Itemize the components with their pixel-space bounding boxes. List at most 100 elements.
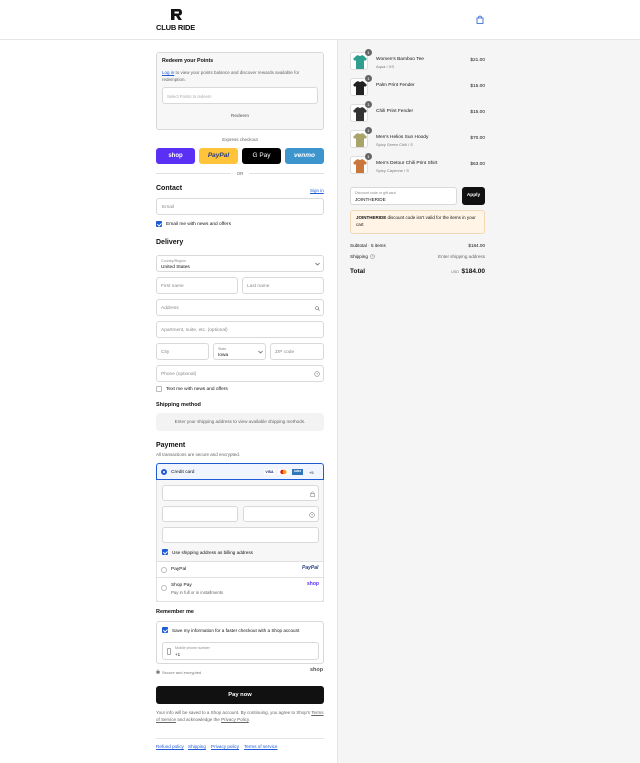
apartment-field[interactable]: Apartment, suite, etc. (optional) bbox=[156, 321, 324, 338]
shop-pay-label: Shop Pay bbox=[171, 583, 192, 588]
last-name-field[interactable]: Last name bbox=[242, 277, 324, 294]
subtotal-label: Subtotal · 5 items bbox=[350, 243, 386, 248]
lock-icon bbox=[156, 669, 160, 674]
paypal-express-button[interactable]: PayPal bbox=[199, 148, 238, 164]
redeem-desc-text: to view your points balance and discover… bbox=[162, 70, 300, 82]
refund-policy-link[interactable]: Refund policy bbox=[156, 744, 184, 749]
help-icon[interactable]: ? bbox=[314, 371, 320, 377]
shopping-bag-icon[interactable] bbox=[476, 15, 484, 24]
security-code-field[interactable]: ? bbox=[243, 506, 319, 522]
city-field[interactable]: City bbox=[156, 343, 209, 360]
email-placeholder: Email bbox=[162, 205, 174, 210]
shop-pay-option[interactable]: Shop Pay Pay in full or in installments … bbox=[156, 578, 324, 602]
brand-name: CLUB RIDE bbox=[156, 23, 196, 32]
or-separator: OR bbox=[236, 171, 244, 176]
redeem-button[interactable]: Redeem bbox=[162, 109, 318, 125]
paypal-option[interactable]: PayPal PayPal bbox=[156, 562, 324, 578]
payment-heading: Payment bbox=[156, 442, 186, 449]
express-checkout-label: Express checkout bbox=[222, 137, 258, 142]
redeem-description: Log in to view your points balance and d… bbox=[162, 69, 312, 83]
order-summary: 1 Women's Bamboo Tee Aqua / XS $21.00 1 Palm … bbox=[337, 40, 640, 763]
contact-heading: Contact bbox=[156, 185, 183, 192]
visa-icon: VISA bbox=[264, 469, 275, 475]
mobile-phone-label: Mobile phone number bbox=[175, 645, 210, 650]
shop-pay-logo: shop bbox=[307, 581, 319, 587]
privacy-policy-footer-link[interactable]: Privacy policy bbox=[211, 744, 239, 749]
address-field[interactable]: Address bbox=[156, 299, 324, 316]
divider-right bbox=[249, 173, 324, 174]
discount-error-banner: JOINTHERIDE discount code isn't valid fo… bbox=[350, 210, 485, 234]
text-news-checkbox[interactable] bbox=[156, 386, 162, 392]
brand-logo[interactable]: CLUB RIDE bbox=[156, 8, 200, 32]
svg-text:?: ? bbox=[316, 372, 318, 376]
legal-mid: and acknowledge the bbox=[176, 717, 222, 722]
apartment-placeholder: Apartment, suite, etc. (optional) bbox=[161, 328, 228, 333]
legal-line: Your info will be saved to a Shop accoun… bbox=[156, 710, 311, 715]
shop-pay-radio[interactable] bbox=[161, 585, 167, 591]
phone-placeholder: Phone (optional) bbox=[161, 372, 197, 377]
total-value: $184.00 bbox=[461, 268, 486, 275]
more-cards-count: +5 bbox=[309, 470, 314, 475]
zip-placeholder: ZIP code bbox=[275, 350, 295, 355]
state-select[interactable]: State Iowa bbox=[213, 343, 266, 360]
remember-me-heading: Remember me bbox=[156, 609, 194, 615]
card-number-field[interactable] bbox=[162, 485, 319, 501]
item-name: Chili Print Fender bbox=[376, 109, 414, 114]
amex-icon: AMEX bbox=[292, 469, 303, 475]
item-price: $70.00 bbox=[470, 136, 485, 141]
discount-value: JOINTHERIDE bbox=[355, 197, 386, 202]
discount-code-field[interactable]: Discount code or gift card JOINTHERIDE bbox=[350, 187, 457, 205]
shipping-policy-link[interactable]: Shipping bbox=[188, 744, 206, 749]
item-price: $15.00 bbox=[470, 110, 485, 115]
points-select[interactable]: Select Points to redeem bbox=[162, 87, 318, 104]
delivery-heading: Delivery bbox=[156, 239, 184, 246]
item-name: Men's Detour Chili Print Shirt bbox=[376, 161, 438, 166]
zip-field[interactable]: ZIP code bbox=[270, 343, 324, 360]
shipping-value: Enter shipping address bbox=[438, 254, 485, 259]
paypal-logo: PayPal bbox=[302, 565, 319, 571]
expiration-date-field[interactable] bbox=[162, 506, 238, 522]
phone-field[interactable]: Phone (optional) ? bbox=[156, 365, 324, 382]
help-icon[interactable]: ? bbox=[370, 254, 375, 259]
google-pay-express-button[interactable]: G Pay bbox=[242, 148, 281, 164]
state-label: State bbox=[218, 346, 227, 351]
item-variant: Spicy Green Chili / S bbox=[376, 142, 413, 147]
billing-address-checkbox[interactable] bbox=[162, 549, 168, 555]
item-price: $15.00 bbox=[470, 84, 485, 89]
email-news-checkbox[interactable] bbox=[156, 221, 162, 227]
login-link[interactable]: Log in bbox=[162, 70, 174, 75]
help-icon[interactable]: ? bbox=[309, 511, 315, 518]
item-quantity-badge: 1 bbox=[365, 153, 372, 160]
apply-button[interactable]: Apply bbox=[462, 187, 485, 205]
credit-card-option[interactable]: Credit card VISA AMEX +5 bbox=[156, 463, 324, 480]
venmo-express-button[interactable]: venmo bbox=[285, 148, 324, 164]
item-variant: Spicy Cayenne / S bbox=[376, 168, 409, 173]
chevron-down-icon bbox=[315, 262, 320, 266]
email-field[interactable]: Email bbox=[156, 198, 324, 215]
credit-card-radio[interactable] bbox=[161, 469, 167, 475]
shop-pay-express-button[interactable]: shop bbox=[156, 148, 195, 164]
footer-divider bbox=[156, 738, 324, 739]
shipping-label: Shipping bbox=[350, 254, 368, 259]
country-select[interactable]: Country/Region United States bbox=[156, 255, 324, 272]
first-name-field[interactable]: First name bbox=[156, 277, 238, 294]
paypal-radio[interactable] bbox=[161, 567, 167, 573]
terms-of-service-footer-link[interactable]: Terms of service bbox=[244, 744, 277, 749]
mobile-phone-field[interactable]: Mobile phone number +1 bbox=[162, 642, 319, 660]
pay-now-button[interactable]: Pay now bbox=[156, 686, 324, 704]
privacy-policy-link[interactable]: Privacy Policy bbox=[221, 717, 249, 722]
logo-mark-icon bbox=[171, 9, 182, 20]
save-info-checkbox[interactable] bbox=[162, 627, 168, 633]
product-image-icon bbox=[353, 133, 367, 147]
mobile-phone-icon bbox=[167, 648, 171, 655]
remember-me-panel: Save my information for a faster checkou… bbox=[156, 621, 324, 664]
sign-in-link[interactable]: Sign in bbox=[310, 188, 324, 193]
item-quantity-badge: 1 bbox=[365, 75, 372, 82]
redeem-title: Redeem your Points bbox=[162, 58, 214, 64]
mobile-phone-value: +1 bbox=[175, 652, 181, 657]
points-select-placeholder: Select Points to redeem bbox=[167, 94, 212, 99]
name-on-card-field[interactable] bbox=[162, 527, 319, 543]
city-placeholder: City bbox=[161, 350, 170, 355]
save-info-label: Save my information for a faster checkou… bbox=[172, 628, 300, 633]
product-image-icon bbox=[353, 107, 367, 121]
